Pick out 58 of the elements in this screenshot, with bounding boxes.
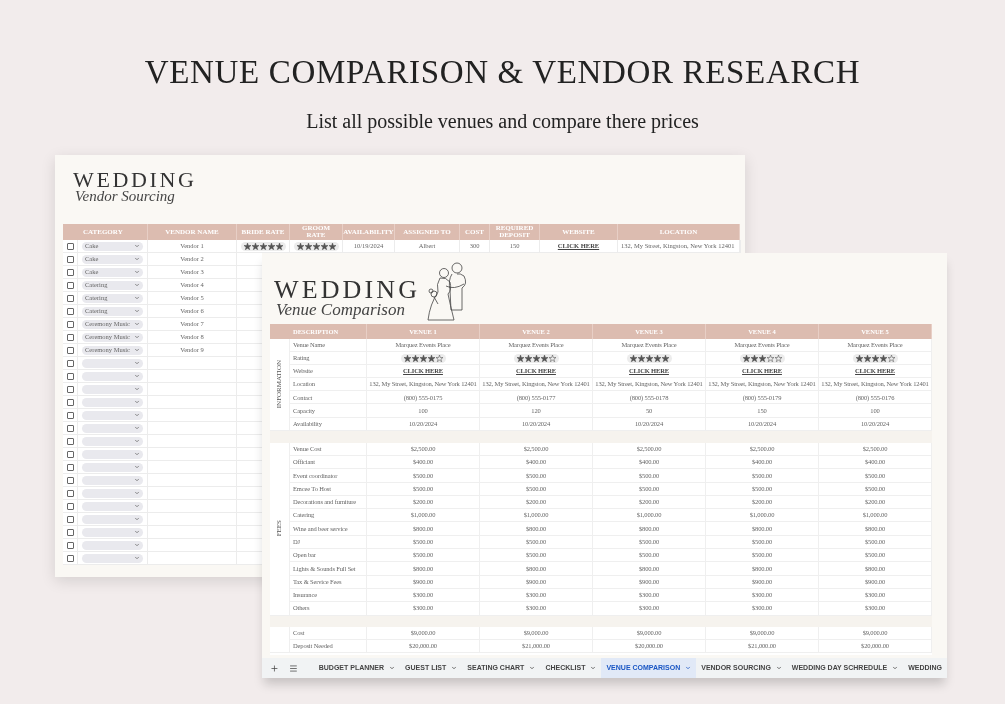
- caret-icon: [134, 308, 140, 314]
- caret-icon: [134, 399, 140, 405]
- caret-icon: [134, 425, 140, 431]
- caret-icon: [134, 529, 140, 535]
- caret-icon: [134, 516, 140, 522]
- sheet-list-icon[interactable]: [288, 663, 298, 673]
- row-checkbox[interactable]: [66, 463, 74, 471]
- caret-icon: [134, 412, 140, 418]
- caret-icon: [134, 282, 140, 288]
- row-checkbox[interactable]: [66, 515, 74, 523]
- row-checkbox[interactable]: [66, 281, 74, 289]
- caret-icon: [134, 321, 140, 327]
- caret-icon: [134, 360, 140, 366]
- caret-icon: [134, 477, 140, 483]
- caret-icon: [134, 555, 140, 561]
- logo-title: WEDDING: [73, 169, 198, 191]
- caret-icon: [134, 347, 140, 353]
- caret-icon: [134, 243, 140, 249]
- row-checkbox[interactable]: [66, 528, 74, 536]
- row-checkbox[interactable]: [66, 333, 74, 341]
- row-checkbox[interactable]: [66, 554, 74, 562]
- caret-icon: [134, 334, 140, 340]
- add-sheet-icon[interactable]: [270, 663, 279, 673]
- caret-icon: [134, 542, 140, 548]
- row-checkbox[interactable]: [66, 424, 74, 432]
- row-checkbox[interactable]: [66, 268, 74, 276]
- caret-icon: [134, 451, 140, 457]
- page-subtitle: List all possible venues and compare there prices: [306, 111, 699, 131]
- row-checkbox[interactable]: [66, 346, 74, 354]
- logo-subtitle: Venue Comparison: [276, 301, 406, 318]
- caret-icon: [134, 503, 140, 509]
- caret-icon: [134, 373, 140, 379]
- page-title: VENUE COMPARISON & VENDOR RESEARCH: [144, 56, 861, 89]
- row-checkbox[interactable]: [66, 359, 74, 367]
- caret-icon: [134, 438, 140, 444]
- caret-icon: [134, 269, 140, 275]
- caret-icon: [134, 256, 140, 262]
- row-checkbox[interactable]: [66, 372, 74, 380]
- row-checkbox[interactable]: [66, 541, 74, 549]
- row-checkbox[interactable]: [66, 307, 74, 315]
- row-checkbox[interactable]: [66, 398, 74, 406]
- row-checkbox[interactable]: [66, 411, 74, 419]
- row-checkbox[interactable]: [66, 294, 74, 302]
- caret-icon: [134, 490, 140, 496]
- row-checkbox[interactable]: [66, 489, 74, 497]
- row-checkbox[interactable]: [66, 502, 74, 510]
- logo-subtitle: Vendor Sourcing: [75, 189, 176, 204]
- caret-icon: [134, 464, 140, 470]
- row-checkbox[interactable]: [66, 476, 74, 484]
- row-checkbox[interactable]: [66, 385, 74, 393]
- row-checkbox[interactable]: [66, 437, 74, 445]
- caret-icon: [134, 295, 140, 301]
- row-checkbox[interactable]: [66, 242, 74, 250]
- row-checkbox[interactable]: [66, 450, 74, 458]
- logo-title: WEDDING: [274, 277, 421, 303]
- row-checkbox[interactable]: [66, 320, 74, 328]
- caret-icon: [134, 386, 140, 392]
- row-checkbox[interactable]: [66, 255, 74, 263]
